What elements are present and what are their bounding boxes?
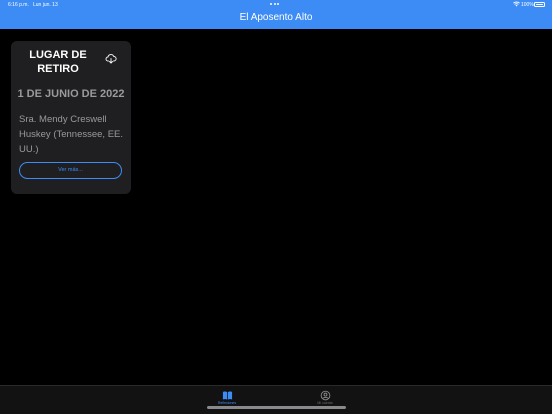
status-bar: 6:16 p.m. Lun jun. 13 100% — [0, 0, 552, 9]
tab-reflections[interactable]: Reflexiones — [207, 388, 247, 408]
account-icon — [320, 388, 331, 401]
card-author: Sra. Mendy Creswell Huskey (Tennessee, E… — [19, 114, 124, 155]
status-date: Lun jun. 13 — [33, 2, 58, 8]
battery-icon — [534, 2, 545, 7]
cloud-download-icon[interactable] — [105, 52, 117, 64]
book-icon — [222, 388, 233, 400]
battery-percentage: 100% — [521, 2, 534, 8]
card-title: LUGAR DE RETIRO — [29, 49, 87, 75]
page-title: El Aposento Alto — [239, 12, 313, 23]
multitasking-dots-icon[interactable] — [270, 3, 282, 6]
top-bar: 6:16 p.m. Lun jun. 13 100% El Aposento A… — [0, 0, 552, 29]
card-date: 1 DE JUNIO DE 2022 — [17, 88, 125, 100]
status-time: 6:16 p.m. — [8, 2, 29, 8]
tab-account-label: Mi cuenta — [317, 401, 333, 405]
see-more-button[interactable]: Ver más... — [19, 162, 122, 179]
app-screen: 6:16 p.m. Lun jun. 13 100% El Aposento A… — [0, 0, 552, 414]
wifi-icon — [513, 1, 520, 9]
devotional-card[interactable]: LUGAR DE RETIRO 1 DE JUNIO DE 2022 Sra. … — [11, 41, 131, 194]
tab-bar: Reflexiones Mi cuenta — [0, 385, 552, 414]
tab-account[interactable]: Mi cuenta — [305, 388, 345, 408]
home-indicator[interactable] — [207, 406, 346, 409]
tab-reflections-label: Reflexiones — [217, 401, 237, 405]
